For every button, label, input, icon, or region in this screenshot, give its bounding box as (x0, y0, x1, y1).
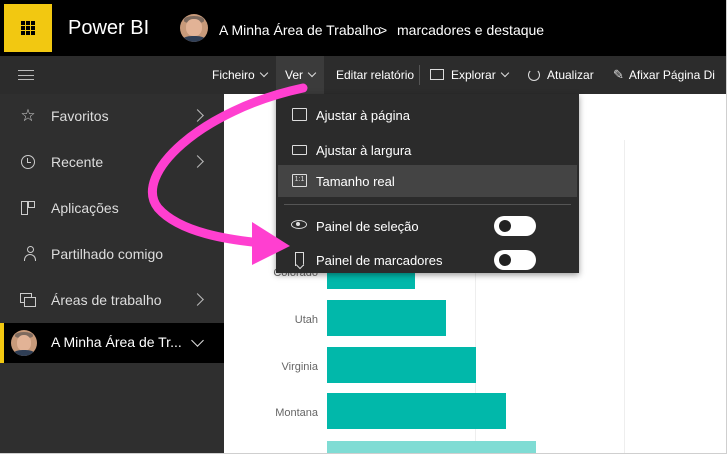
chevron-down-icon (500, 68, 509, 78)
nav-item-label: A Minha Área de Tr... (51, 334, 182, 350)
bookmarks-pane-toggle[interactable] (494, 250, 536, 270)
chevron-down-icon (259, 68, 268, 78)
top-bar: Power BI A Minha Área de Trabalho > marc… (0, 0, 727, 56)
nav-item-my-workspace[interactable]: A Minha Área de Tr... (0, 323, 224, 363)
menu-item-label: Painel de marcadores (316, 253, 443, 268)
nav-item-favorites[interactable]: ☆ Favoritos (0, 94, 224, 140)
menu-item-selection-pane[interactable]: Painel de seleção (278, 210, 577, 242)
eye-icon (291, 220, 307, 229)
explore-label: Explorar (451, 68, 496, 82)
breadcrumb-workspace[interactable]: A Minha Área de Trabalho (219, 22, 381, 38)
menu-item-fit-to-page[interactable]: Ajustar à página (278, 99, 577, 131)
refresh-label: Atualizar (547, 68, 594, 82)
menu-item-label: Ajustar à página (316, 108, 410, 123)
pin-live-page-button[interactable]: ✎ Afixar Página Di (613, 56, 715, 94)
star-icon: ☆ (20, 106, 36, 125)
nav-item-label: Áreas de trabalho (51, 292, 162, 308)
chevron-right-icon (191, 155, 204, 168)
view-menu-button[interactable]: Ver (276, 56, 324, 94)
pin-icon: ✎ (613, 67, 624, 82)
edit-report-button[interactable]: Editar relatório (336, 56, 414, 94)
nav-item-label: Recente (51, 154, 104, 170)
menu-item-fit-to-width[interactable]: Ajustar à largura (278, 134, 577, 166)
refresh-icon (528, 69, 540, 81)
chart-gridline (624, 140, 625, 454)
toolbar-divider (419, 65, 420, 85)
fit-page-icon (292, 108, 307, 121)
left-nav: ☆ Favoritos Recente Aplicações Partilhad… (0, 94, 224, 454)
nav-item-label: Favoritos (51, 108, 109, 124)
nav-item-workspaces[interactable]: Áreas de trabalho (0, 278, 224, 324)
menu-item-bookmarks-pane[interactable]: Painel de marcadores (278, 244, 577, 276)
pin-live-page-label: Afixar Página Di (628, 68, 715, 82)
nav-item-shared[interactable]: Partilhado comigo (0, 232, 224, 278)
nav-item-apps[interactable]: Aplicações (0, 186, 224, 232)
actual-size-icon: 1:1 (292, 174, 307, 187)
edit-report-label: Editar relatório (336, 68, 415, 82)
clock-icon (18, 152, 38, 172)
explore-icon (430, 69, 444, 80)
selection-pane-toggle[interactable] (494, 216, 536, 236)
avatar (11, 330, 37, 356)
waffle-icon (21, 21, 35, 35)
nav-item-label: Aplicações (51, 200, 119, 216)
workspace-avatar (180, 14, 208, 42)
view-menu-label: Ver (285, 68, 304, 82)
file-menu-button[interactable]: Ficheiro (212, 56, 268, 94)
nav-item-recent[interactable]: Recente (0, 140, 224, 186)
menu-item-label: Painel de seleção (316, 219, 419, 234)
bookmark-icon (295, 252, 304, 266)
breadcrumb-separator: > (379, 22, 388, 38)
chevron-right-icon (191, 293, 204, 306)
workspaces-icon (18, 290, 38, 310)
menu-item-label: Ajustar à largura (316, 143, 412, 158)
chevron-down-icon (307, 68, 317, 78)
shared-icon (18, 244, 38, 264)
chevron-right-icon (191, 109, 204, 122)
view-dropdown-menu: Ajustar à página Ajustar à largura 1:1 T… (276, 94, 579, 273)
nav-item-label: Partilhado comigo (51, 246, 164, 262)
command-bar: Ficheiro Ver Editar relatório Explorar A… (0, 56, 727, 94)
fit-width-icon (292, 145, 307, 155)
apps-icon (18, 198, 38, 218)
explore-button[interactable]: Explorar (430, 56, 509, 94)
menu-item-label: Tamanho real (316, 174, 395, 189)
refresh-button[interactable]: Atualizar (528, 56, 594, 94)
file-menu-label: Ficheiro (212, 68, 255, 82)
app-title[interactable]: Power BI (68, 17, 149, 40)
app-launcher-button[interactable] (4, 4, 52, 52)
chevron-down-icon (191, 334, 204, 347)
hamburger-icon[interactable] (18, 70, 34, 80)
menu-item-actual-size[interactable]: 1:1 Tamanho real (278, 165, 577, 197)
breadcrumb-report[interactable]: marcadores e destaque (397, 22, 544, 38)
menu-divider (284, 204, 571, 205)
